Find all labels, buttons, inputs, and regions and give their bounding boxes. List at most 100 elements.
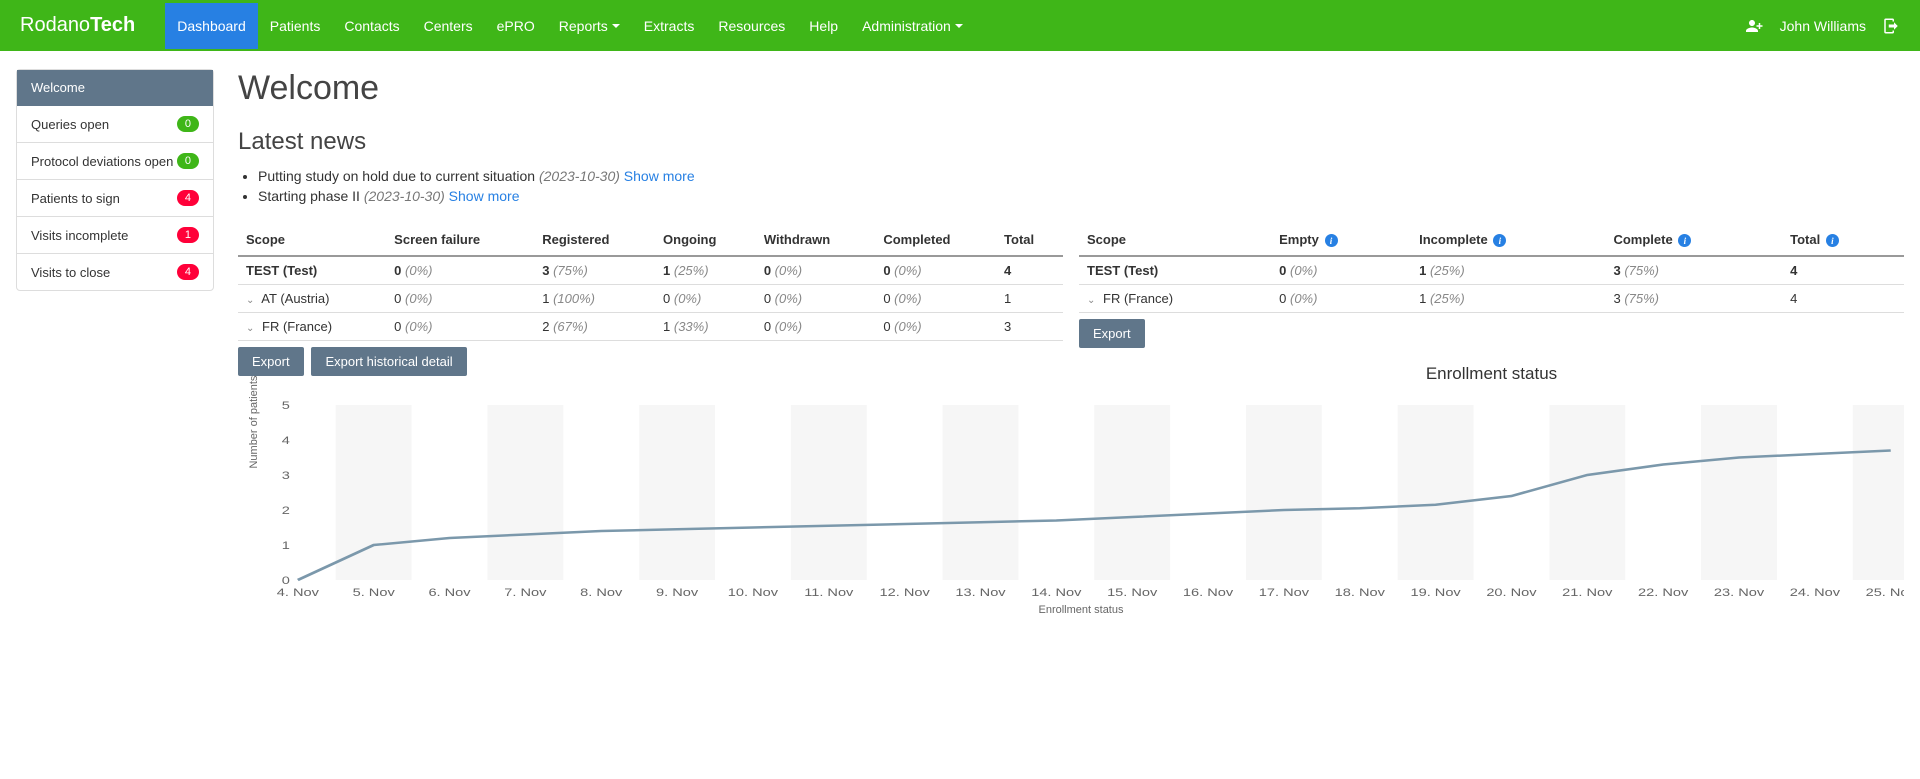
cell-pct: (0%) bbox=[405, 263, 432, 278]
info-icon[interactable]: i bbox=[1493, 234, 1506, 247]
cell-value: 2 bbox=[542, 319, 549, 334]
cell-value: 0 bbox=[394, 263, 401, 278]
user-icon[interactable] bbox=[1746, 17, 1764, 35]
expand-icon[interactable]: ⌄ bbox=[246, 295, 254, 306]
sidebar-item-visits-to-close[interactable]: Visits to close4 bbox=[17, 254, 213, 290]
nav-item-label: Help bbox=[809, 18, 838, 34]
sidebar-badge: 4 bbox=[177, 190, 199, 206]
svg-text:12. Nov: 12. Nov bbox=[880, 586, 931, 599]
svg-text:13. Nov: 13. Nov bbox=[955, 586, 1006, 599]
status-table-wrap: ScopeEmpty iIncomplete iComplete iTotal … bbox=[1079, 224, 1904, 392]
cell-value: 1 bbox=[542, 291, 549, 306]
col-header: Registered bbox=[534, 224, 655, 256]
cell-value: 3 bbox=[1613, 263, 1620, 278]
svg-text:20. Nov: 20. Nov bbox=[1486, 586, 1537, 599]
total-cell: 1 bbox=[996, 285, 1063, 313]
data-cell: 0 (0%) bbox=[756, 285, 876, 313]
info-icon[interactable]: i bbox=[1826, 234, 1839, 247]
export-button-right[interactable]: Export bbox=[1079, 319, 1145, 348]
total-cell: 3 bbox=[996, 313, 1063, 341]
svg-text:16. Nov: 16. Nov bbox=[1183, 586, 1234, 599]
sidebar-list: Welcome Queries open 0 Protocol deviations … bbox=[16, 69, 214, 291]
brand-logo[interactable]: RodanoTech bbox=[20, 14, 135, 37]
col-header: Incomplete i bbox=[1411, 224, 1605, 256]
nav-item-centers[interactable]: Centers bbox=[412, 3, 485, 49]
data-cell: 1 (25%) bbox=[655, 256, 756, 285]
nav-item-contacts[interactable]: Contacts bbox=[332, 3, 411, 49]
brand-thin: Rodano bbox=[20, 14, 90, 36]
nav-item-reports[interactable]: Reports bbox=[547, 3, 632, 49]
cell-value: 0 bbox=[764, 263, 771, 278]
nav-item-dashboard[interactable]: Dashboard bbox=[165, 3, 258, 49]
nav-item-administration[interactable]: Administration bbox=[850, 3, 975, 49]
sidebar-item-welcome[interactable]: Welcome bbox=[17, 70, 213, 106]
brand-bold: Tech bbox=[90, 14, 135, 36]
nav-item-label: Reports bbox=[559, 18, 608, 34]
data-cell: 0 (0%) bbox=[386, 313, 534, 341]
scope-cell: TEST (Test) bbox=[1079, 256, 1271, 285]
col-header: Empty i bbox=[1271, 224, 1411, 256]
sidebar-badge: 0 bbox=[177, 116, 199, 132]
data-cell: 0 (0%) bbox=[386, 256, 534, 285]
enrollment-chart: Number of patients 0123454. Nov5. Nov6. … bbox=[258, 400, 1904, 630]
scope-cell: TEST (Test) bbox=[238, 256, 386, 285]
data-cell: 0 (0%) bbox=[875, 313, 996, 341]
expand-icon[interactable]: ⌄ bbox=[1087, 295, 1095, 306]
nav-right: John Williams bbox=[1746, 17, 1900, 35]
sidebar-item-label: Visits incomplete bbox=[31, 228, 128, 243]
data-cell: 3 (75%) bbox=[1605, 285, 1782, 313]
data-cell: 3 (75%) bbox=[534, 256, 655, 285]
cell-pct: (0%) bbox=[405, 291, 432, 306]
export-button[interactable]: Export bbox=[238, 347, 304, 376]
cell-value: 0 bbox=[394, 319, 401, 334]
nav-item-patients[interactable]: Patients bbox=[258, 3, 333, 49]
svg-text:23. Nov: 23. Nov bbox=[1714, 586, 1765, 599]
sidebar-item-queries-open[interactable]: Queries open 0 bbox=[17, 106, 213, 143]
sidebar-item-label: Queries open bbox=[31, 117, 109, 132]
main-content: Welcome Latest news Putting study on hol… bbox=[238, 69, 1904, 630]
cell-value: 0 bbox=[394, 291, 401, 306]
sidebar-item-protocol-deviations-open[interactable]: Protocol deviations open0 bbox=[17, 143, 213, 180]
news-show-more-link[interactable]: Show more bbox=[449, 188, 520, 204]
data-cell: 0 (0%) bbox=[875, 285, 996, 313]
svg-text:4: 4 bbox=[282, 434, 290, 447]
svg-text:9. Nov: 9. Nov bbox=[656, 586, 699, 599]
svg-text:22. Nov: 22. Nov bbox=[1638, 586, 1689, 599]
export-historical-button[interactable]: Export historical detail bbox=[311, 347, 466, 376]
chart-title: Enrollment status bbox=[1079, 364, 1904, 384]
main-nav: DashboardPatientsContactsCentersePRO Repo… bbox=[165, 3, 1745, 49]
cell-pct: (75%) bbox=[1624, 291, 1659, 306]
col-header: Ongoing bbox=[655, 224, 756, 256]
data-cell: 1 (33%) bbox=[655, 313, 756, 341]
svg-text:4. Nov: 4. Nov bbox=[277, 586, 320, 599]
scope-cell[interactable]: ⌄ FR (France) bbox=[238, 313, 386, 341]
total-cell: 4 bbox=[1782, 256, 1904, 285]
nav-item-help[interactable]: Help bbox=[797, 3, 850, 49]
cell-value: 3 bbox=[542, 263, 549, 278]
svg-text:7. Nov: 7. Nov bbox=[504, 586, 547, 599]
svg-text:5. Nov: 5. Nov bbox=[353, 586, 396, 599]
sidebar-item-visits-incomplete[interactable]: Visits incomplete 1 bbox=[17, 217, 213, 254]
cell-pct: (75%) bbox=[1624, 263, 1659, 278]
svg-text:5: 5 bbox=[282, 400, 290, 412]
user-name[interactable]: John Williams bbox=[1780, 18, 1866, 34]
logout-icon[interactable] bbox=[1882, 17, 1900, 35]
table-row: TEST (Test)0 (0%)1 (25%)3 (75%)4 bbox=[1079, 256, 1904, 285]
svg-text:1: 1 bbox=[282, 539, 290, 552]
nav-item-resources[interactable]: Resources bbox=[706, 3, 797, 49]
news-show-more-link[interactable]: Show more bbox=[624, 168, 695, 184]
cell-value: 0 bbox=[764, 291, 771, 306]
scope-cell[interactable]: ⌄ FR (France) bbox=[1079, 285, 1271, 313]
cell-pct: (0%) bbox=[894, 291, 921, 306]
nav-item-extracts[interactable]: Extracts bbox=[632, 3, 707, 49]
info-icon[interactable]: i bbox=[1678, 234, 1691, 247]
nav-item-epro[interactable]: ePRO bbox=[485, 3, 547, 49]
expand-icon[interactable]: ⌄ bbox=[246, 323, 254, 334]
sidebar-badge: 1 bbox=[177, 227, 199, 243]
cell-pct: (0%) bbox=[775, 263, 802, 278]
news-date: (2023-10-30) bbox=[364, 188, 449, 204]
scope-cell[interactable]: ⌄ AT (Austria) bbox=[238, 285, 386, 313]
info-icon[interactable]: i bbox=[1325, 234, 1338, 247]
data-cell: 2 (67%) bbox=[534, 313, 655, 341]
sidebar-item-patients-to-sign[interactable]: Patients to sign4 bbox=[17, 180, 213, 217]
